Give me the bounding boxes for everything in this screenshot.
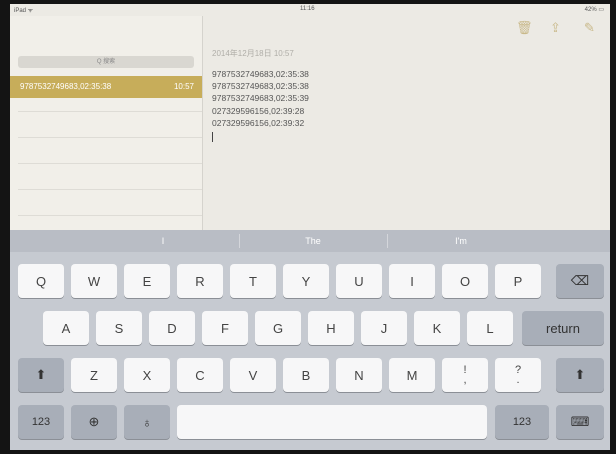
shift-key-right[interactable]: ⬆ bbox=[556, 358, 604, 392]
keyboard-hide-icon: ⌨ bbox=[570, 414, 590, 429]
key-q[interactable]: Q bbox=[18, 264, 64, 298]
suggestion-1[interactable]: I bbox=[90, 230, 236, 252]
key-l[interactable]: L bbox=[467, 311, 513, 345]
clock: 11:16 bbox=[300, 6, 315, 12]
key-j[interactable]: J bbox=[361, 311, 407, 345]
note-date: 2014年12月18日 10:57 bbox=[212, 49, 294, 58]
key-d[interactable]: D bbox=[149, 311, 195, 345]
compose-icon[interactable]: ✎ bbox=[584, 20, 595, 36]
key-o[interactable]: O bbox=[442, 264, 488, 298]
keyboard: Q W E R T Y U I O P ⌫ A S D F G H J K L … bbox=[10, 252, 610, 450]
share-icon[interactable]: ⇪ bbox=[550, 20, 561, 36]
key-m[interactable]: M bbox=[389, 358, 435, 392]
key-w[interactable]: W bbox=[71, 264, 117, 298]
key-y[interactable]: Y bbox=[283, 264, 329, 298]
key-r[interactable]: R bbox=[177, 264, 223, 298]
key-t[interactable]: T bbox=[230, 264, 276, 298]
key-n[interactable]: N bbox=[336, 358, 382, 392]
key-e[interactable]: E bbox=[124, 264, 170, 298]
key-c[interactable]: C bbox=[177, 358, 223, 392]
key-i[interactable]: I bbox=[389, 264, 435, 298]
battery-indicator: 42% ▭ bbox=[584, 7, 604, 13]
shift-icon: ⬆ bbox=[574, 367, 586, 382]
note-line: 027329596156,02:39:28 bbox=[212, 105, 305, 116]
note-body[interactable]: 9787532749683,02:35:38 9787532749683,02:… bbox=[212, 68, 309, 143]
numbers-key-left[interactable]: 123 bbox=[18, 405, 64, 439]
return-key[interactable]: return bbox=[522, 311, 604, 345]
note-line: 9787532749683,02:35:39 bbox=[212, 93, 309, 104]
numbers-key-right[interactable]: 123 bbox=[495, 405, 549, 439]
shift-icon: ⬆ bbox=[35, 367, 47, 382]
key-g[interactable]: G bbox=[255, 311, 301, 345]
key-u[interactable]: U bbox=[336, 264, 382, 298]
quicktype-bar: I The I'm bbox=[10, 230, 610, 252]
key-x[interactable]: X bbox=[124, 358, 170, 392]
trash-icon[interactable]: 🗑 bbox=[516, 20, 533, 36]
backspace-key[interactable]: ⌫ bbox=[556, 264, 604, 298]
divider bbox=[18, 137, 202, 138]
globe-key[interactable]: ⊕ bbox=[71, 405, 117, 439]
backspace-icon: ⌫ bbox=[570, 273, 590, 288]
search-field[interactable]: Q 搜索 bbox=[18, 56, 194, 68]
divider bbox=[18, 215, 202, 216]
note-list-item[interactable]: 9787532749683,02:35:38 10:57 bbox=[10, 76, 202, 98]
key-s[interactable]: S bbox=[96, 311, 142, 345]
key-v[interactable]: V bbox=[230, 358, 276, 392]
key-f[interactable]: F bbox=[202, 311, 248, 345]
divider bbox=[18, 189, 202, 190]
suggestion-2[interactable]: The bbox=[240, 230, 386, 252]
note-line: 027329596156,02:39:32 bbox=[212, 117, 305, 128]
key-question-period[interactable]: ? . bbox=[495, 358, 541, 392]
note-time: 10:57 bbox=[173, 82, 194, 91]
key-a[interactable]: A bbox=[43, 311, 89, 345]
suggestion-3[interactable]: I'm bbox=[388, 230, 534, 252]
shift-key-left[interactable]: ⬆ bbox=[18, 358, 64, 392]
key-exclaim-comma[interactable]: ! , bbox=[442, 358, 488, 392]
dismiss-keyboard-key[interactable]: ⌨ bbox=[556, 405, 604, 439]
device-label: iPad ᯤ bbox=[14, 8, 34, 14]
note-line: 9787532749683,02:35:38 bbox=[212, 69, 309, 79]
key-p[interactable]: P bbox=[495, 264, 541, 298]
divider bbox=[18, 111, 202, 112]
key-b[interactable]: B bbox=[283, 358, 329, 392]
ipad-screen: iPad ᯤ 11:16 42% ▭ Q 搜索 9787532749683,02… bbox=[10, 4, 610, 450]
status-bar: iPad ᯤ 11:16 42% ▭ bbox=[10, 4, 610, 16]
space-bar[interactable] bbox=[177, 405, 487, 439]
key-z[interactable]: Z bbox=[71, 358, 117, 392]
key-k[interactable]: K bbox=[414, 311, 460, 345]
key-h[interactable]: H bbox=[308, 311, 354, 345]
text-cursor bbox=[212, 132, 213, 143]
notes-list-panel: Q 搜索 9787532749683,02:35:38 10:57 bbox=[10, 16, 203, 230]
microphone-icon: ♁ bbox=[142, 414, 152, 430]
note-line: 9787532749683,02:35:38 bbox=[212, 81, 309, 92]
note-title: 9787532749683,02:35:38 bbox=[20, 82, 112, 91]
dictation-key[interactable]: ♁ bbox=[124, 405, 170, 439]
globe-icon: ⊕ bbox=[88, 414, 100, 429]
divider bbox=[18, 163, 202, 164]
